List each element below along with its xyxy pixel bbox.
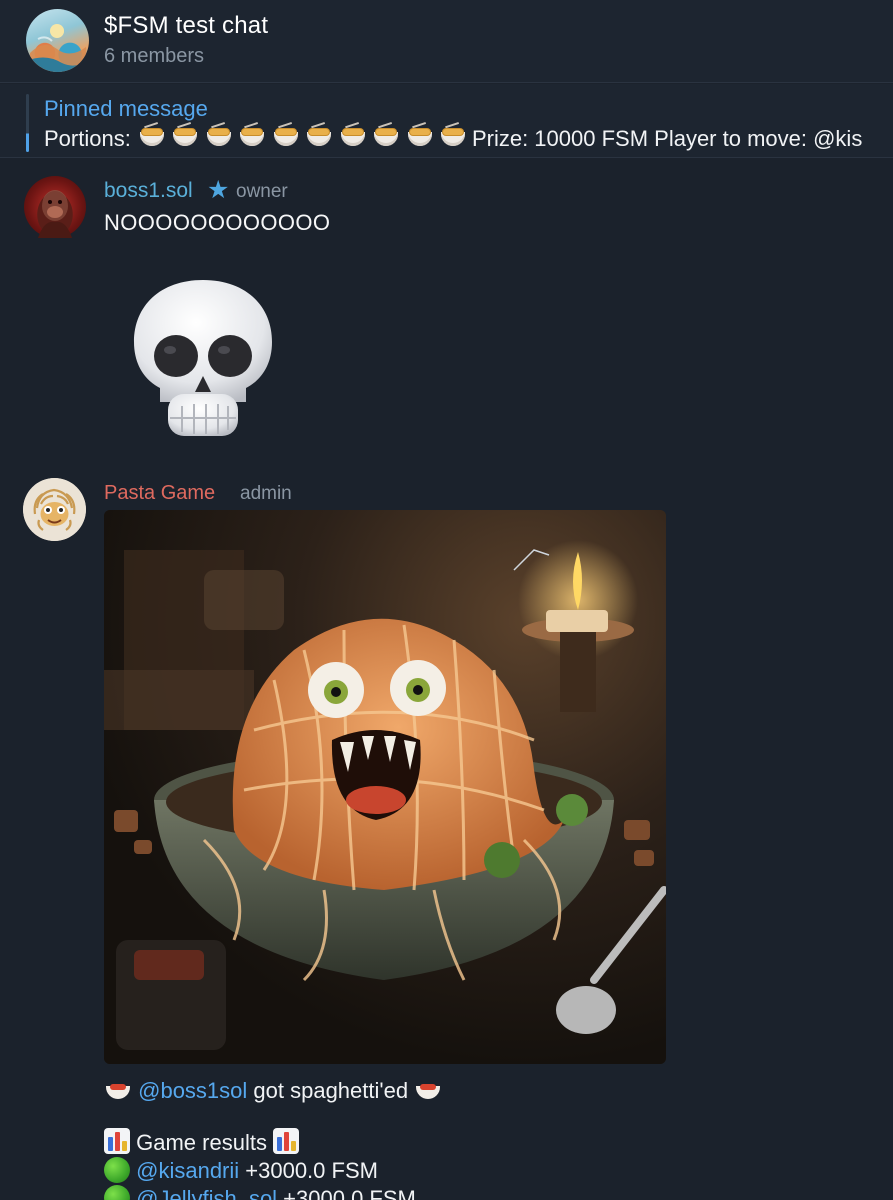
pinned-indicator xyxy=(26,94,29,152)
role-badge: owner xyxy=(236,181,288,202)
chat-title: $FSM test chat xyxy=(104,12,269,39)
spaghetti-bowl-icon xyxy=(137,122,167,148)
spaghetti-bowl-icon xyxy=(304,122,334,148)
caption-line: @boss1sol got spaghetti'ed xyxy=(104,1078,442,1104)
results-title: Game results xyxy=(136,1130,267,1155)
caption-text: got spaghetti'ed xyxy=(247,1078,415,1103)
avatar[interactable] xyxy=(23,478,86,541)
portions-icons xyxy=(137,122,472,154)
user-mention[interactable]: @boss1sol xyxy=(138,1078,247,1103)
result-row: @kisandrii +3000.0 FSM xyxy=(104,1157,378,1184)
member-count: 6 members xyxy=(104,45,205,67)
spaghetti-monster-photo[interactable] xyxy=(104,510,666,1064)
pinned-message-bar[interactable]: Pinned message Portions: Prize: 10000 FS… xyxy=(0,84,893,158)
results-heading: Game results xyxy=(104,1128,300,1156)
spaghetti-bowl-icon xyxy=(405,122,435,148)
result-value: +3000.0 FSM xyxy=(239,1158,378,1183)
result-row: @Jellyfish_sol +3000.0 FSM xyxy=(104,1185,416,1200)
sender-name[interactable]: Pasta Game xyxy=(104,482,215,505)
group-avatar-icon[interactable] xyxy=(26,9,89,72)
chat-header[interactable]: $FSM test chat 6 members xyxy=(0,0,893,83)
bar-chart-icon xyxy=(104,1128,130,1154)
message-text: NOOOOOOOOOOOO xyxy=(104,210,331,235)
spaghetti-bowl-icon xyxy=(338,122,368,148)
spaghetti-bowl-icon xyxy=(204,122,234,148)
user-mention[interactable]: @kisandrii xyxy=(136,1158,239,1183)
spaghetti-bowl-icon xyxy=(414,1078,442,1100)
spaghetti-bowl-icon xyxy=(170,122,200,148)
user-mention[interactable]: @Jellyfish_sol xyxy=(136,1186,277,1200)
pinned-title: Pinned message xyxy=(44,96,208,121)
spaghetti-bowl-icon xyxy=(438,122,468,148)
skull-emoji-icon[interactable] xyxy=(130,276,276,442)
star-icon: ★ xyxy=(207,176,230,204)
avatar[interactable] xyxy=(24,176,86,238)
green-circle-icon xyxy=(104,1157,130,1183)
bar-chart-icon xyxy=(273,1128,300,1154)
spaghetti-bowl-icon xyxy=(237,122,267,148)
spaghetti-bowl-icon xyxy=(371,122,401,148)
green-circle-icon xyxy=(104,1185,130,1200)
pinned-prefix: Portions: xyxy=(44,126,131,151)
pinned-suffix: Prize: 10000 FSM Player to move: @kis xyxy=(471,126,863,151)
pinned-text: Portions: Prize: 10000 FSM Player to mov… xyxy=(44,122,863,154)
spaghetti-bowl-icon xyxy=(104,1078,132,1100)
role-badge: admin xyxy=(240,483,292,504)
result-value: +3000.0 FSM xyxy=(277,1186,416,1200)
sender-name[interactable]: boss1.sol xyxy=(104,179,193,203)
spaghetti-bowl-icon xyxy=(271,122,301,148)
